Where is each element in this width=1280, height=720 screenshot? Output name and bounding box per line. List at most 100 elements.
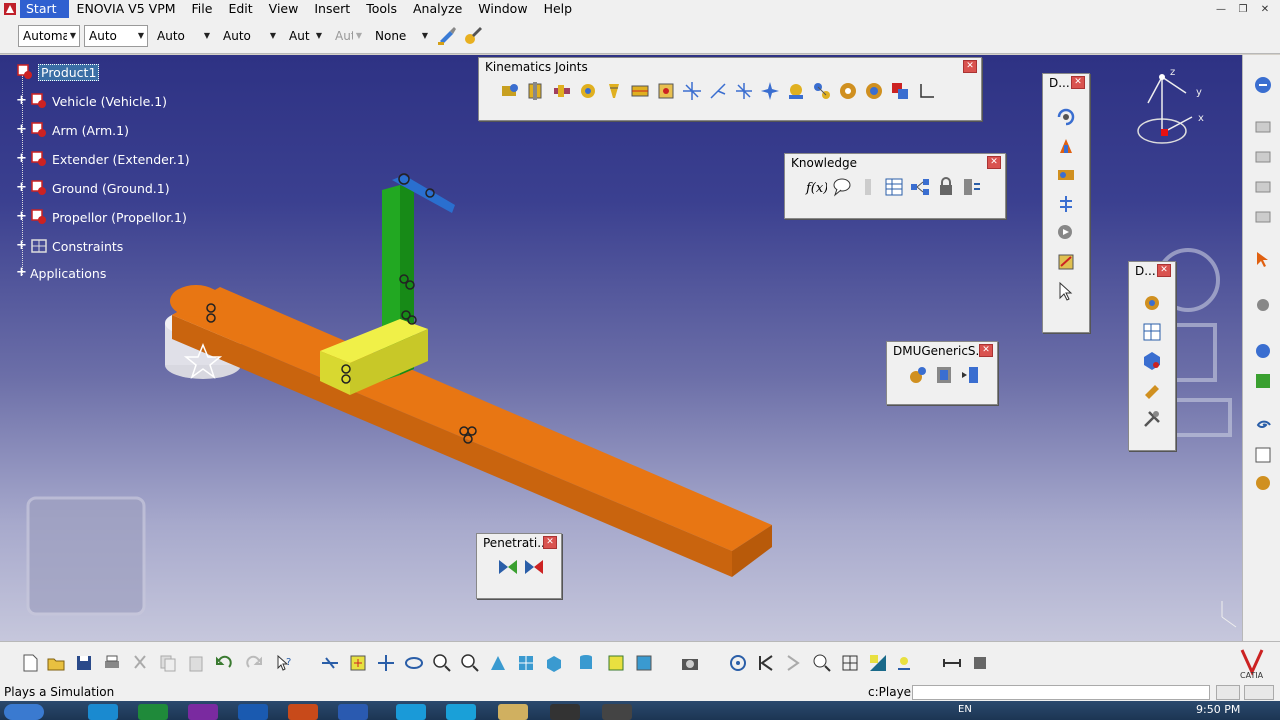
penetration-toolbar[interactable]: Penetrati... ✕ xyxy=(476,533,562,599)
print-icon[interactable] xyxy=(102,653,122,673)
workbench-icon[interactable] xyxy=(1253,75,1273,95)
equivalent-dimensions-icon[interactable] xyxy=(961,176,983,198)
tree-icon[interactable] xyxy=(1253,445,1273,465)
help-icon[interactable]: ? xyxy=(274,653,294,673)
taskbar-app-ie[interactable] xyxy=(88,704,118,720)
cv-joint-icon[interactable] xyxy=(733,80,755,102)
tree-root[interactable]: Product1 xyxy=(16,63,100,81)
status-button-2[interactable] xyxy=(1244,685,1274,700)
tree-node-label[interactable]: Propellor (Propellor.1) xyxy=(52,210,187,225)
toolbar-titlebar[interactable]: Penetrati... ✕ xyxy=(477,534,561,552)
cylindrical-joint-icon[interactable] xyxy=(577,80,599,102)
film-icon[interactable] xyxy=(933,364,955,386)
kinematics-joints-toolbar[interactable]: Kinematics Joints ✕ xyxy=(478,57,982,121)
simulation-icon[interactable] xyxy=(1055,106,1077,128)
camera-icon[interactable] xyxy=(680,653,700,673)
knowledge-toolbar[interactable]: Knowledge ✕ f(x) xyxy=(784,153,1006,219)
line-type-combo[interactable]: Auto ▼ xyxy=(218,24,280,47)
menu-help[interactable]: Help xyxy=(536,0,581,18)
arc-measure-icon[interactable] xyxy=(970,653,990,673)
rack-joint-icon[interactable] xyxy=(785,80,807,102)
cable-joint-icon[interactable] xyxy=(811,80,833,102)
rewind-icon[interactable] xyxy=(756,653,776,673)
grid-icon[interactable] xyxy=(840,653,860,673)
start-orb[interactable] xyxy=(4,704,44,720)
paste-icon[interactable] xyxy=(186,653,206,673)
fill-color-combo[interactable]: Automa ▼ xyxy=(18,24,80,47)
tree-root-label[interactable]: Product1 xyxy=(38,63,100,81)
forward-icon[interactable] xyxy=(784,653,804,673)
fly-mode-icon[interactable] xyxy=(320,653,340,673)
status-button-1[interactable] xyxy=(1216,685,1240,700)
tree-node-applications[interactable]: + Applications xyxy=(16,266,106,281)
expand-icon[interactable]: + xyxy=(16,266,27,279)
pan-icon[interactable] xyxy=(376,653,396,673)
menu-view[interactable]: View xyxy=(261,0,307,18)
knowledge-inspector-icon[interactable] xyxy=(909,176,931,198)
taskbar-app-messenger[interactable] xyxy=(446,704,476,720)
copy-icon[interactable] xyxy=(158,653,178,673)
dmu-generic-simulation-toolbar[interactable]: DMUGenericS... ✕ xyxy=(886,341,998,405)
magnify-icon[interactable] xyxy=(812,653,832,673)
taskbar-app-onenote[interactable] xyxy=(188,704,218,720)
tree-node-label[interactable]: Arm (Arm.1) xyxy=(52,123,129,138)
dmu-check-icon[interactable] xyxy=(1253,473,1273,493)
lock-icon[interactable] xyxy=(935,176,957,198)
simulation-player-icon[interactable] xyxy=(1055,222,1077,244)
toolbar-titlebar[interactable]: Kinematics Joints ✕ xyxy=(479,58,981,76)
tree-node-propellor[interactable]: + Propellor (Propellor.1) xyxy=(16,208,187,226)
close-icon[interactable]: ✕ xyxy=(543,536,557,549)
measure-icon[interactable] xyxy=(942,653,962,673)
taskbar-app-catia[interactable] xyxy=(550,704,580,720)
move-icon[interactable] xyxy=(1253,295,1273,315)
rigid-joint-icon[interactable] xyxy=(629,80,651,102)
redo-icon[interactable] xyxy=(244,653,264,673)
new-file-icon[interactable] xyxy=(20,653,40,673)
tree-node-label[interactable]: Ground (Ground.1) xyxy=(52,181,170,196)
toolbar-titlebar[interactable]: DMUGenericS... ✕ xyxy=(887,342,997,360)
fit-all-icon[interactable] xyxy=(348,653,368,673)
cut-icon[interactable] xyxy=(130,653,150,673)
comment-icon[interactable] xyxy=(831,176,853,198)
command-input[interactable] xyxy=(912,685,1210,700)
save-icon[interactable] xyxy=(74,653,94,673)
revolute-joint-icon[interactable] xyxy=(525,80,547,102)
language-indicator[interactable]: EN xyxy=(958,704,972,715)
open-folder-icon[interactable] xyxy=(46,653,66,673)
transparency-combo[interactable]: Auto ▼ xyxy=(84,24,148,47)
isometric-view-icon[interactable] xyxy=(544,653,564,673)
material-icon[interactable] xyxy=(1253,371,1273,391)
close-icon[interactable]: ✕ xyxy=(987,156,1001,169)
mechanism-icon[interactable] xyxy=(499,80,521,102)
target-icon[interactable] xyxy=(728,653,748,673)
close-icon[interactable]: ✕ xyxy=(979,344,993,357)
expand-icon[interactable]: + xyxy=(16,210,27,223)
tree-node-vehicle[interactable]: + Vehicle (Vehicle.1) xyxy=(16,92,167,110)
arm-top-face[interactable] xyxy=(172,287,772,551)
gear-pair-icon[interactable] xyxy=(837,80,859,102)
menu-enovia[interactable]: ENOVIA V5 VPM xyxy=(69,0,184,18)
clock[interactable]: 9:50 PM xyxy=(1196,703,1240,716)
zoom-in-icon[interactable] xyxy=(432,653,452,673)
edit-simulation-icon[interactable] xyxy=(1055,135,1077,157)
point-symbol-combo[interactable]: Aut ▼ xyxy=(284,24,326,47)
3d-viewport[interactable]: z y x Product1 + Vehicle (Vehicle.1) + A… xyxy=(0,55,1242,641)
trace-icon[interactable] xyxy=(1141,379,1163,401)
normal-view-icon[interactable] xyxy=(488,653,508,673)
menu-tools[interactable]: Tools xyxy=(358,0,405,18)
expand-icon[interactable]: + xyxy=(16,152,27,165)
edit-sequence-icon[interactable] xyxy=(1055,251,1077,273)
fixed-part-icon[interactable] xyxy=(889,80,911,102)
axis-system-icon[interactable] xyxy=(915,80,937,102)
expand-icon[interactable]: + xyxy=(16,94,27,107)
tree-node-label[interactable]: Vehicle (Vehicle.1) xyxy=(52,94,167,109)
tree-node-ground[interactable]: + Ground (Ground.1) xyxy=(16,179,170,197)
planar-joint-icon[interactable] xyxy=(681,80,703,102)
line-thickness-combo[interactable]: Auto ▼ xyxy=(152,24,214,47)
layer-icon[interactable] xyxy=(1253,147,1273,167)
menu-edit[interactable]: Edit xyxy=(220,0,260,18)
expand-icon[interactable]: + xyxy=(16,123,27,136)
undo-icon[interactable] xyxy=(214,653,234,673)
expand-icon[interactable]: + xyxy=(16,239,27,252)
tools-icon[interactable] xyxy=(1141,408,1163,430)
